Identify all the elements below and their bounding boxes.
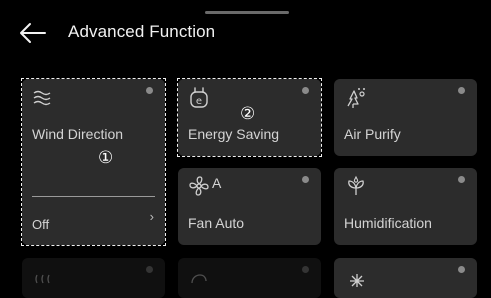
status-dot [458,266,465,273]
air-purify-card[interactable]: Air Purify [334,79,477,156]
partial-card[interactable] [178,258,321,298]
status-dot [302,266,309,273]
purify-icon [347,88,365,108]
status-dot [302,176,309,183]
back-button[interactable] [18,20,48,46]
partial-card[interactable] [22,258,165,298]
page-title: Advanced Function [68,22,216,41]
air-purify-label: Air Purify [344,126,401,142]
fan-auto-label: Fan Auto [188,215,245,231]
heat-waves-icon [35,274,50,284]
annotation-number-1: ① [98,148,114,168]
partial-card[interactable] [334,258,477,298]
fan-auto-card[interactable]: A Fan Auto [178,168,321,245]
annotation-number-2: ② [240,104,256,124]
humidifier-icon [348,175,364,195]
header: Advanced Function [0,0,491,64]
status-dot [146,266,153,273]
annotation-box-1 [21,78,166,246]
fan-auto-icon-text: A [212,175,222,191]
status-dot [458,176,465,183]
sun-cloud-icon [350,274,364,287]
fan-icon [189,176,209,196]
status-dot [458,87,465,94]
humidification-card[interactable]: Humidification [334,168,477,245]
refresh-icon [191,274,207,284]
arrow-left-icon [20,23,46,43]
humidification-label: Humidification [344,215,432,231]
